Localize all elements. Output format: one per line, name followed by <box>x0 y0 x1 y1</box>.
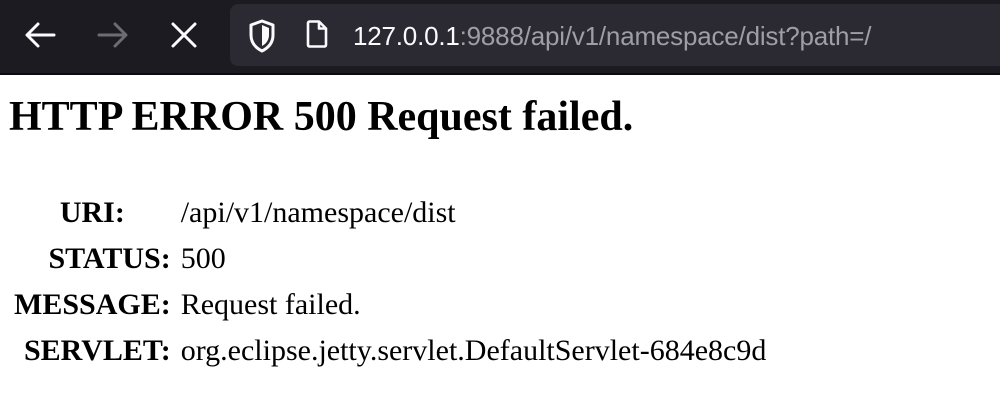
arrow-right-icon <box>97 22 128 48</box>
table-row: MESSAGE: Request failed. <box>10 282 768 328</box>
table-row: SERVLET: org.eclipse.jetty.servlet.Defau… <box>10 328 768 374</box>
status-value: 500 <box>180 242 226 275</box>
message-value: Request failed. <box>180 288 361 321</box>
arrow-left-icon <box>25 22 56 48</box>
page-title: HTTP ERROR 500 Request failed. <box>9 94 634 140</box>
shield-icon[interactable] <box>248 19 276 53</box>
close-icon <box>171 22 197 48</box>
error-page: HTTP ERROR 500 Request failed. URI: /api… <box>9 86 766 367</box>
url-path: :9888/api/v1/namespace/dist?path=/ <box>459 21 872 51</box>
status-label: STATUS: <box>48 242 171 275</box>
servlet-value: org.eclipse.jetty.servlet.DefaultServlet… <box>180 334 767 367</box>
url-text[interactable]: 127.0.0.1:9888/api/v1/namespace/dist?pat… <box>353 16 872 56</box>
stop-button[interactable] <box>162 13 206 57</box>
toolbar-divider <box>0 73 1000 75</box>
uri-label: URI: <box>59 196 125 229</box>
document-icon[interactable] <box>305 20 329 48</box>
back-button[interactable] <box>18 13 62 57</box>
forward-button[interactable] <box>91 13 135 57</box>
url-host: 127.0.0.1 <box>353 21 460 51</box>
message-label: MESSAGE: <box>14 288 171 321</box>
error-details-table: URI: /api/v1/namespace/dist STATUS: 500 … <box>10 190 768 374</box>
servlet-label: SERVLET: <box>23 334 171 367</box>
table-row: URI: /api/v1/namespace/dist <box>10 190 768 236</box>
table-row: STATUS: 500 <box>10 236 768 282</box>
uri-value: /api/v1/namespace/dist <box>180 196 456 229</box>
